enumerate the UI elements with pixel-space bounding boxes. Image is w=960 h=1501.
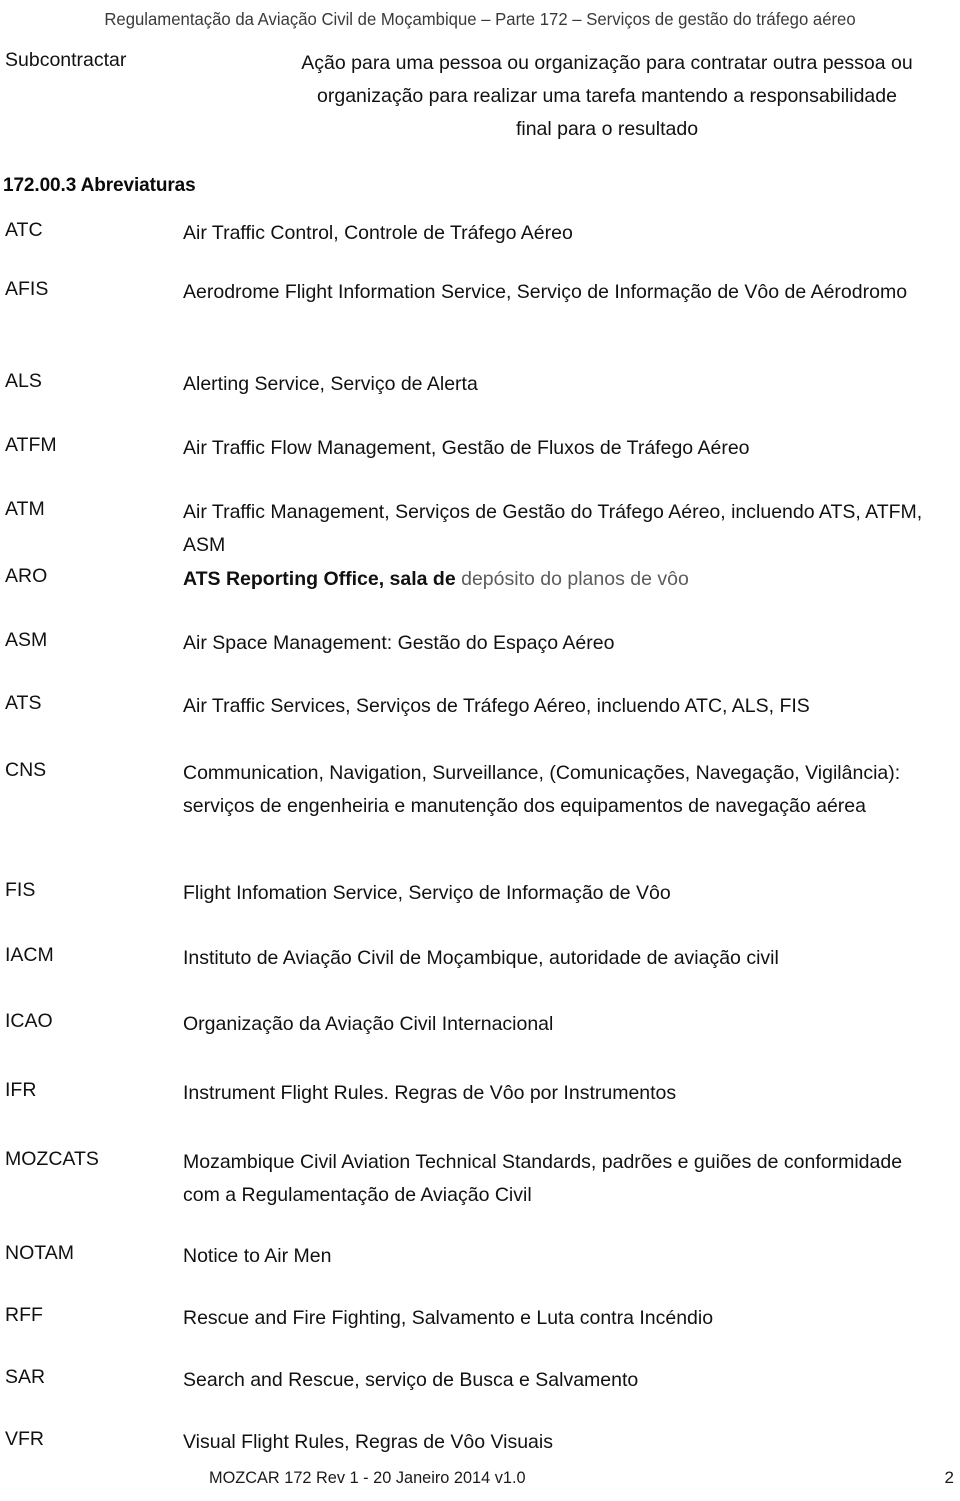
section-heading-abreviaturas: 172.00.3 Abreviaturas — [3, 175, 196, 196]
page-footer: MOZCAR 172 Rev 1 - 20 Janeiro 2014 v1.0 … — [0, 1466, 960, 1496]
abbreviation-definition: Air Traffic Services, Serviços de Tráfeg… — [183, 695, 810, 717]
abbreviation-definition: Visual Flight Rules, Regras de Vôo Visua… — [183, 1431, 553, 1453]
abbreviation-term: ATS — [5, 692, 42, 714]
abbreviation-definition: Instituto de Aviação Civil de Moçambique… — [183, 947, 779, 969]
abbreviation-definition-secondary: depósito do planos de vôo — [461, 568, 689, 590]
abbreviation-term: ATM — [5, 498, 45, 520]
abbreviation-definition: Air Traffic Control, Controle de Tráfego… — [183, 222, 573, 244]
abbreviation-term: SAR — [5, 1366, 46, 1388]
running-header: Regulamentação da Aviação Civil de Moçam… — [104, 9, 856, 29]
definition-term: Subcontractar — [5, 49, 127, 71]
abbreviation-term: NOTAM — [5, 1242, 74, 1264]
abbreviation-definition: Mozambique Civil Aviation Technical Stan… — [183, 1151, 903, 1206]
abbreviation-term: ARO — [5, 565, 48, 587]
footer-page-number: 2 — [944, 1468, 954, 1487]
abbreviation-term: ATFM — [5, 434, 57, 456]
abbreviation-term: CNS — [5, 759, 47, 781]
abbreviation-term: AFIS — [5, 278, 49, 300]
abbreviation-term: VFR — [5, 1428, 44, 1450]
abbreviation-term: RFF — [5, 1304, 43, 1326]
abbreviation-term: ICAO — [5, 1010, 53, 1032]
definition-text: Ação para uma pessoa ou organização para… — [301, 52, 913, 140]
abbreviation-definition: ATS Reporting Office, sala de depósito d… — [183, 563, 923, 596]
abbreviation-definition-emphasis: ATS Reporting Office, sala de — [183, 568, 462, 590]
abbreviation-term: IFR — [5, 1079, 37, 1101]
abbreviation-term: MOZCATS — [5, 1148, 99, 1170]
abbreviation-term: FIS — [5, 879, 36, 901]
document-page: Regulamentação da Aviação Civil de Moçam… — [0, 0, 960, 1501]
abbreviation-definition: Alerting Service, Serviço de Alerta — [183, 373, 478, 395]
abbreviation-definition: Flight Infomation Service, Serviço de In… — [183, 882, 671, 904]
footer-document-reference: MOZCAR 172 Rev 1 - 20 Janeiro 2014 v1.0 — [209, 1468, 526, 1487]
abbreviation-definition: Instrument Flight Rules. Regras de Vôo p… — [183, 1082, 677, 1104]
abbreviation-term: ASM — [5, 629, 48, 651]
abbreviation-definition: Rescue and Fire Fighting, Salvamento e L… — [183, 1307, 714, 1329]
abbreviation-definition: Organização da Aviação Civil Internacion… — [183, 1013, 554, 1035]
abbreviation-definition: Communication, Navigation, Surveillance,… — [183, 762, 901, 817]
abbreviation-term: ALS — [5, 370, 42, 392]
abbreviation-definition: Notice to Air Men — [183, 1245, 332, 1267]
abbreviation-definition: Air Space Management: Gestão do Espaço A… — [183, 632, 615, 654]
abbreviation-definition: Air Traffic Flow Management, Gestão de F… — [183, 437, 750, 459]
abbreviation-term: IACM — [5, 944, 54, 966]
abbreviation-definition: Search and Rescue, serviço de Busca e Sa… — [183, 1369, 639, 1391]
abbreviation-term: ATC — [5, 219, 43, 241]
abbreviation-definition: Aerodrome Flight Information Service, Se… — [183, 281, 908, 303]
abbreviation-definition: Air Traffic Management, Serviços de Gest… — [183, 501, 923, 556]
